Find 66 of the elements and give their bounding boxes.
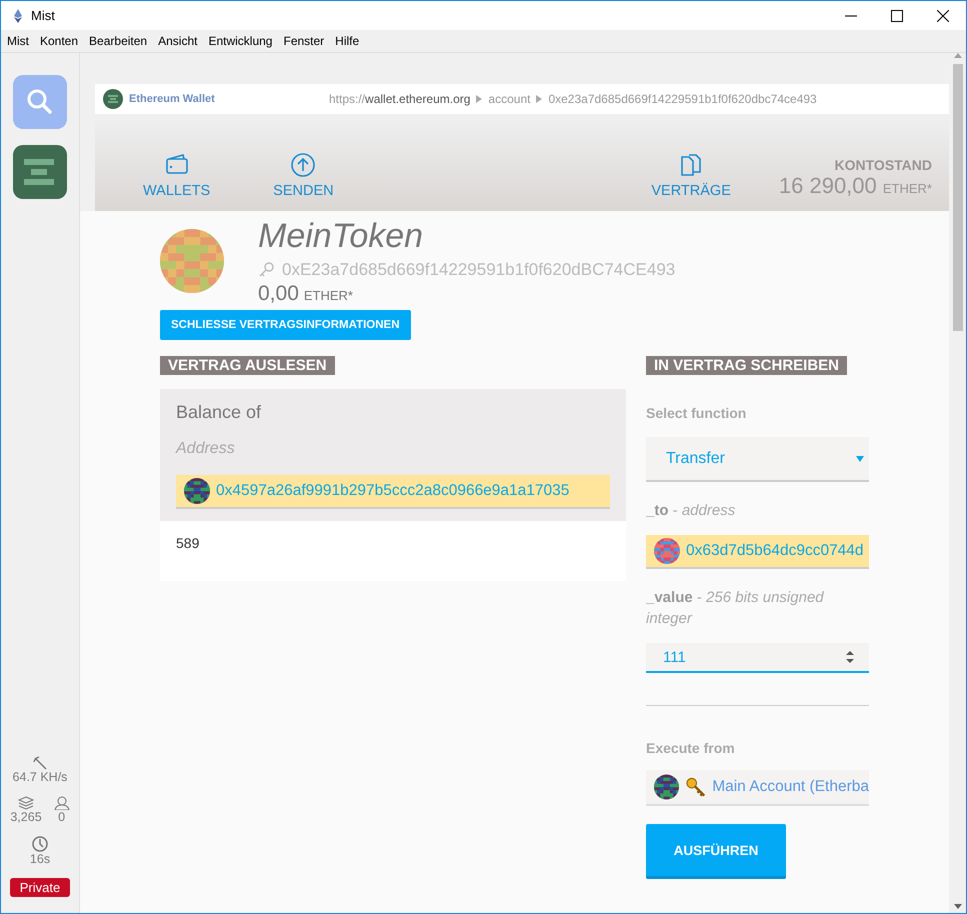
result-value: 589 <box>160 521 626 581</box>
balance-unit: ETHER* <box>304 288 353 303</box>
stat-value: 64.7 KH/s <box>12 770 68 784</box>
clock-icon <box>32 836 48 852</box>
nav-tab[interactable]: SENDEN <box>273 153 334 199</box>
key-icon <box>258 262 274 278</box>
menu-item[interactable]: Fenster <box>283 34 324 48</box>
menu-item[interactable]: Entwicklung <box>208 34 272 48</box>
close-icon[interactable] <box>937 10 949 22</box>
address-field[interactable]: 0x63d7d5b64dc9cc0744d <box>646 535 869 569</box>
field-label: Execute from <box>646 740 736 756</box>
layers-icon <box>18 796 34 810</box>
section-heading: VERTRAG AUSLESEN <box>160 356 335 375</box>
nav-tab[interactable]: WALLETS <box>143 153 210 199</box>
parameter-label: Address <box>176 440 236 458</box>
parameter-label: _value - 256 bits unsigned integer <box>646 588 825 629</box>
menu-item[interactable]: Hilfe <box>335 34 360 48</box>
wallet-app-icon[interactable] <box>13 145 67 199</box>
breadcrumb-arrow-icon <box>476 95 482 103</box>
address-field[interactable]: 0x4597a26af9991b297b5ccc2a8c0966e9a1a17035 <box>176 475 610 509</box>
dropdown-caret-icon <box>856 456 864 462</box>
wallet-logo-icon <box>103 89 123 109</box>
execute-button[interactable]: AUSFÜHREN <box>646 824 786 879</box>
menu-item[interactable]: Bearbeiten <box>89 34 148 48</box>
peers-icon <box>54 796 70 810</box>
stat-value: 0 <box>58 810 66 824</box>
field-label: Select function <box>646 405 748 421</box>
pickaxe-icon <box>32 756 47 770</box>
app-icon <box>13 8 23 22</box>
scrollbar-thumb[interactable] <box>952 64 962 331</box>
balance-label: KONTOSTAND <box>834 157 932 173</box>
contract-name: MeinToken <box>258 216 424 256</box>
stat-value: 16s <box>30 852 50 866</box>
send-icon <box>291 153 316 177</box>
menu-item[interactable]: Mist <box>7 34 29 48</box>
identicon-icon <box>654 774 680 800</box>
network-badge: Private <box>10 878 70 897</box>
identicon-icon <box>184 478 210 504</box>
url-field[interactable]: https://wallet.ethereum.org <box>329 92 470 106</box>
balance-unit: ETHER* <box>882 181 932 196</box>
stat-value: 3,265 <box>10 810 42 824</box>
section-heading: IN VERTRAG SCHREIBEN <box>646 356 848 375</box>
app-name: Ethereum Wallet <box>129 93 216 105</box>
contract-balance: 0,00 <box>258 282 299 306</box>
window-title: Mist <box>31 8 55 23</box>
menu-item[interactable]: Ansicht <box>158 34 198 48</box>
contracts-icon <box>679 153 704 177</box>
contract-address: 0xE23a7d685d669f14229591b1f0f620dBC74CE493 <box>282 260 676 280</box>
close-info-button[interactable]: SCHLIESSE VERTRAGSINFORMATIONEN <box>160 310 411 340</box>
scroll-down-icon <box>954 904 962 909</box>
maximize-icon[interactable] <box>891 10 903 22</box>
identicon-icon <box>654 538 680 564</box>
breadcrumb-arrow-icon <box>536 95 542 103</box>
parameter-label: _to - address <box>646 501 736 521</box>
breadcrumb-link[interactable]: 0xe23a7d685d669f14229591b1f0f620dbc74ce493 <box>548 92 817 106</box>
account-select[interactable]: Main Account (Etherba <box>646 770 869 806</box>
balance-amount: 16 290,00 <box>778 173 878 198</box>
spinner-icon <box>845 650 855 664</box>
menu-item[interactable]: Konten <box>40 34 78 48</box>
function-select[interactable]: Transfer <box>646 437 869 482</box>
breadcrumb-link[interactable]: account <box>488 92 530 106</box>
key-icon <box>685 776 706 798</box>
nav-tab[interactable]: VERTRÄGE <box>651 153 731 199</box>
function-name: Balance of <box>176 402 262 423</box>
number-field[interactable]: 111 <box>646 643 869 673</box>
wallet-icon <box>164 153 189 177</box>
